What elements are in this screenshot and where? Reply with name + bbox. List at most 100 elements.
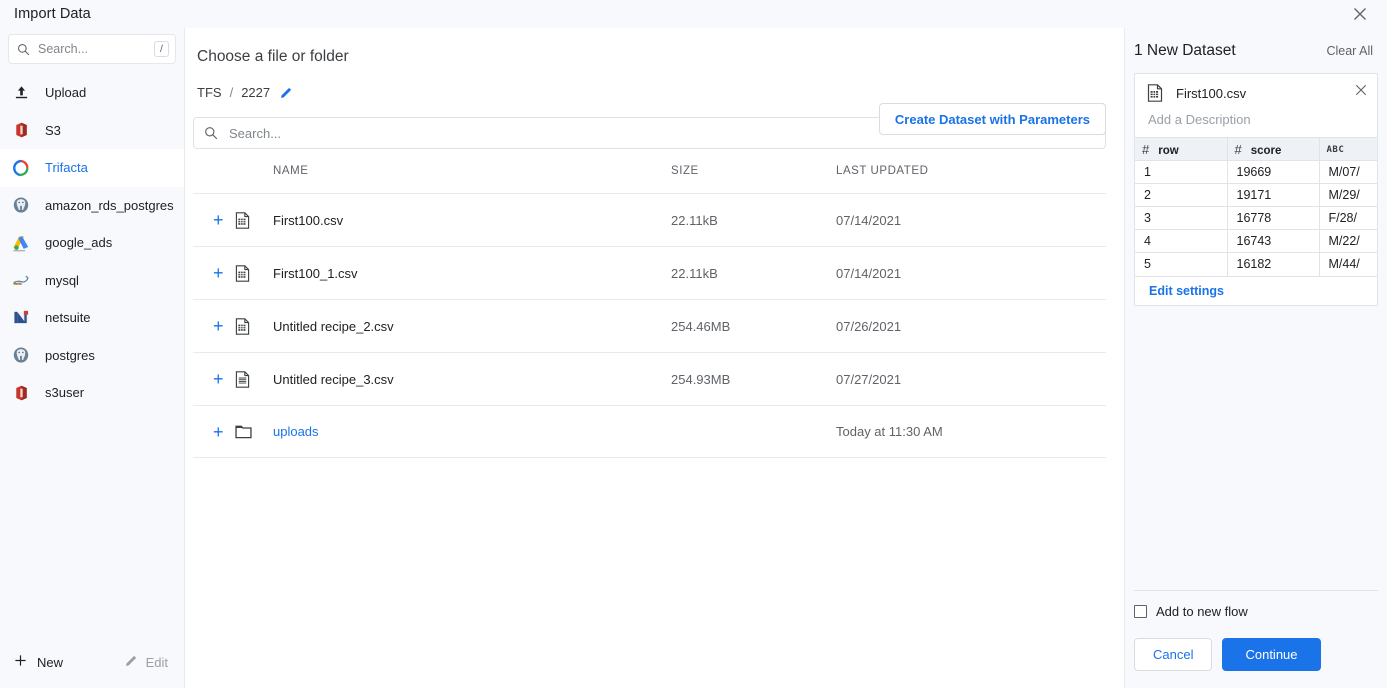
file-size: 22.11kB (671, 213, 836, 228)
sidebar-item-s3user[interactable]: s3user (0, 374, 184, 412)
csv-file-icon (1147, 84, 1163, 102)
preview-cell: 19669 (1227, 161, 1319, 184)
text-type-icon: ABC (1327, 145, 1345, 155)
file-name[interactable]: Untitled recipe_3.csv (273, 372, 671, 387)
breadcrumb: TFS / 2227 (197, 85, 1124, 100)
sidebar-item-trifacta[interactable]: Trifacta (0, 149, 184, 187)
file-table-header: NAME SIZE LAST UPDATED (193, 149, 1106, 193)
preview-header-row: # row #score ABC (1135, 138, 1378, 161)
sidebar-item-label: mysql (45, 273, 79, 288)
connections-sidebar: Search... / Upload (0, 28, 185, 688)
import-data-dialog: Import Data Search... / (0, 0, 1387, 688)
column-header-last-updated: LAST UPDATED (836, 165, 1106, 177)
table-row[interactable]: + First100_1.csv 22.11kB 07/14/2021 (193, 246, 1106, 299)
breadcrumb-separator: / (230, 85, 234, 100)
file-browser-header: Choose a file or folder TFS / 2227 (185, 28, 1124, 100)
new-dataset-header: 1 New Dataset Clear All (1125, 28, 1387, 60)
continue-button[interactable]: Continue (1222, 638, 1320, 671)
trifacta-icon (10, 158, 32, 178)
search-icon (204, 126, 218, 140)
sidebar-item-label: amazon_rds_postgres (45, 198, 174, 213)
sidebar-item-postgres[interactable]: postgres (0, 337, 184, 375)
upload-icon (10, 83, 32, 103)
file-size: 254.46MB (671, 319, 836, 334)
action-buttons: Cancel Continue (1134, 638, 1378, 671)
dialog-titlebar: Import Data (0, 0, 1387, 28)
add-file-button[interactable]: + (193, 370, 235, 388)
file-name[interactable]: Untitled recipe_2.csv (273, 319, 671, 334)
sidebar-item-netsuite[interactable]: netsuite (0, 299, 184, 337)
add-file-button[interactable]: + (193, 211, 235, 229)
file-name[interactable]: First100_1.csv (273, 266, 671, 281)
preview-column-header-text[interactable]: ABC (1319, 138, 1378, 161)
preview-cell: 5 (1135, 253, 1227, 276)
add-file-button[interactable]: + (193, 264, 235, 282)
add-file-button[interactable]: + (193, 317, 235, 335)
preview-column-label: row (1158, 145, 1178, 157)
preview-row: 4 16743 M/22/ (1135, 230, 1378, 253)
sidebar-item-s3[interactable]: S3 (0, 112, 184, 150)
file-browser-panel: Choose a file or folder TFS / 2227 Creat… (185, 28, 1125, 688)
cancel-button[interactable]: Cancel (1134, 638, 1212, 671)
sidebar-item-upload[interactable]: Upload (0, 74, 184, 112)
preview-cell: 3 (1135, 207, 1227, 230)
numeric-type-icon: # (1142, 142, 1149, 157)
numeric-type-icon: # (1235, 142, 1242, 157)
preview-column-header-row[interactable]: # row (1135, 138, 1227, 161)
preview-cell: M/44/ (1319, 253, 1378, 276)
table-row[interactable]: + First100.csv 22.11kB 07/14/2021 (193, 193, 1106, 246)
close-icon[interactable] (1343, 0, 1377, 28)
table-row[interactable]: + uploads Today at 11:30 AM (193, 405, 1106, 458)
sidebar-items: Upload S3 (0, 71, 184, 636)
sidebar-search-wrap: Search... / (0, 28, 184, 71)
column-header-size: SIZE (671, 165, 836, 177)
s3-icon (10, 120, 32, 140)
file-updated: 07/14/2021 (836, 213, 1106, 228)
sidebar-item-label: google_ads (45, 235, 112, 250)
new-connection-label: New (37, 655, 63, 670)
breadcrumb-root[interactable]: TFS (197, 85, 222, 100)
dataset-card-footer: Edit settings (1135, 276, 1377, 305)
search-shortcut-key: / (154, 41, 169, 57)
folder-name[interactable]: uploads (273, 424, 671, 439)
table-row[interactable]: + Untitled recipe_3.csv 254.93MB 07/27/2… (193, 352, 1106, 405)
preview-cell: 19171 (1227, 184, 1319, 207)
preview-cell: 16778 (1227, 207, 1319, 230)
preview-cell: 2 (1135, 184, 1227, 207)
netsuite-icon (10, 308, 32, 328)
dataset-preview-table: # row #score ABC 1 (1135, 137, 1378, 276)
sidebar-search[interactable]: Search... / (8, 34, 176, 64)
sidebar-item-label: netsuite (45, 310, 91, 325)
add-to-new-flow-checkbox[interactable]: Add to new flow (1134, 604, 1378, 619)
sidebar-item-amazon-rds-postgres[interactable]: amazon_rds_postgres (0, 187, 184, 225)
checkbox-box-icon (1134, 605, 1147, 618)
remove-dataset-icon[interactable] (1351, 80, 1371, 100)
google-ads-icon (10, 233, 32, 253)
dataset-description-input[interactable]: Add a Description (1148, 112, 1367, 127)
file-updated: 07/14/2021 (836, 266, 1106, 281)
edit-connection-label: Edit (146, 655, 168, 670)
edit-connection-button[interactable]: Edit (125, 654, 168, 670)
dataset-name-row: First100.csv (1147, 84, 1367, 102)
add-folder-button[interactable]: + (193, 423, 235, 441)
s3-icon (10, 383, 32, 403)
preview-cell: 1 (1135, 161, 1227, 184)
clear-all-button[interactable]: Clear All (1326, 44, 1373, 58)
create-dataset-with-parameters-button[interactable]: Create Dataset with Parameters (879, 103, 1106, 135)
file-name[interactable]: First100.csv (273, 213, 671, 228)
sidebar-item-google-ads[interactable]: google_ads (0, 224, 184, 262)
pencil-icon[interactable] (280, 86, 293, 99)
file-updated: 07/27/2021 (836, 372, 1106, 387)
preview-row: 5 16182 M/44/ (1135, 253, 1378, 276)
sidebar-item-mysql[interactable]: MySQL mysql (0, 262, 184, 300)
table-row[interactable]: + Untitled recipe_2.csv 254.46MB 07/26/2… (193, 299, 1106, 352)
breadcrumb-current[interactable]: 2227 (241, 85, 270, 100)
sidebar-item-label: Upload (45, 85, 86, 100)
new-connection-button[interactable]: New (14, 654, 63, 670)
preview-column-header-score[interactable]: #score (1227, 138, 1319, 161)
sidebar-item-label: Trifacta (45, 160, 88, 175)
new-dataset-panel: 1 New Dataset Clear All First100.csv Add… (1125, 28, 1387, 688)
edit-settings-link[interactable]: Edit settings (1149, 284, 1224, 298)
preview-row: 2 19171 M/29/ (1135, 184, 1378, 207)
new-dataset-footer: Add to new flow Cancel Continue (1134, 590, 1378, 688)
